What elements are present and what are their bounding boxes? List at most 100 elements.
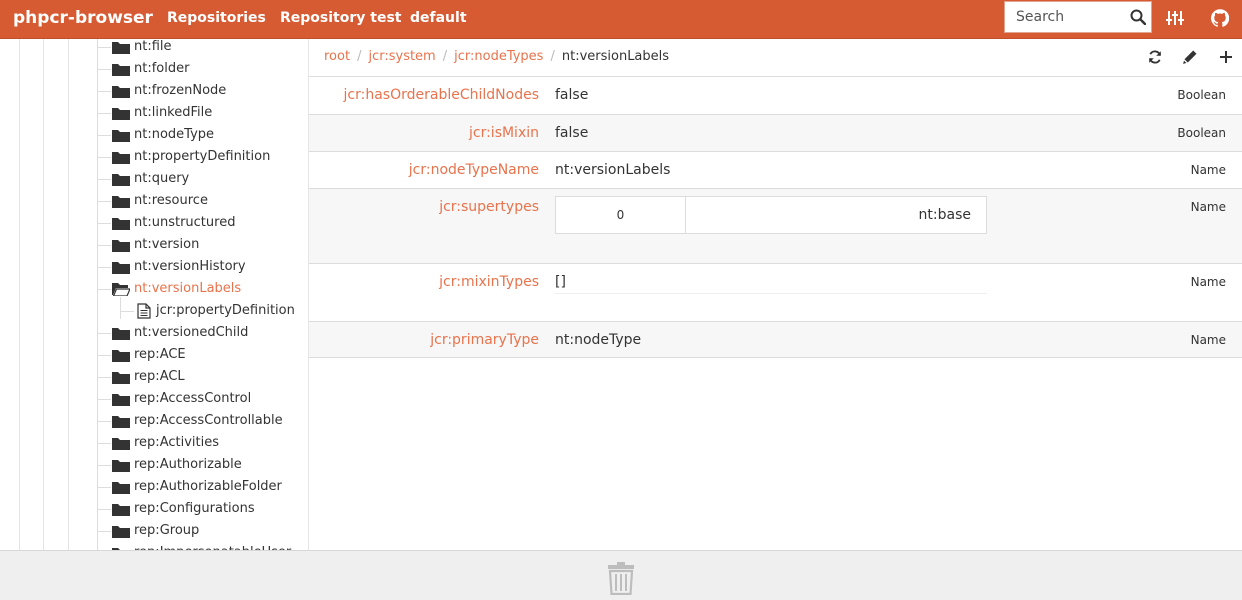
folder-icon [112, 328, 130, 340]
property-type: Name [1190, 163, 1226, 177]
nav-workspace-default[interactable]: default [410, 0, 467, 36]
folder-icon [112, 416, 130, 428]
breadcrumb: root / jcr:system / jcr:nodeTypes / nt:version… [324, 49, 670, 64]
tree-guide [97, 39, 98, 550]
property-value[interactable]: nt:nodeType [555, 322, 641, 358]
tree-guide [120, 297, 121, 319]
folder-icon [112, 394, 130, 406]
property-type: Name [1190, 333, 1226, 347]
value-underline [555, 293, 987, 294]
trash-icon[interactable] [607, 561, 635, 595]
folder-icon [112, 240, 130, 252]
tree-item-label: nt:linkedFile [134, 105, 213, 120]
tree-item-label: nt:folder [134, 61, 190, 76]
property-type: Name [1190, 200, 1226, 214]
property-name[interactable]: jcr:isMixin [469, 115, 539, 151]
tree-item-label: nt:query [134, 171, 190, 186]
nav-repository-test[interactable]: Repository test [280, 0, 401, 36]
tree-item-label: rep:ACE [134, 347, 186, 362]
property-name[interactable]: jcr:primaryType [430, 322, 539, 358]
tree-item-label: rep:Activities [134, 435, 219, 450]
folder-icon [112, 460, 130, 472]
property-name[interactable]: jcr:mixinTypes [439, 264, 539, 300]
property-type: Boolean [1177, 126, 1226, 140]
multivalue-table: 0 nt:base [555, 196, 987, 234]
tree-item-label: rep:Authorizable [134, 457, 242, 472]
folder-icon [112, 42, 130, 54]
tree-item-label: rep:Group [134, 523, 200, 538]
folder-icon [112, 372, 130, 384]
property-name[interactable]: jcr:supertypes [439, 189, 539, 225]
tree-item-label: rep:ACL [134, 369, 185, 384]
folder-icon [112, 64, 130, 76]
folder-icon [112, 504, 130, 516]
tree-item-label: nt:versionHistory [134, 259, 246, 274]
folder-icon [112, 152, 130, 164]
search-icon[interactable] [1130, 9, 1146, 25]
tree-item-label: rep:Configurations [134, 501, 255, 516]
breadcrumb-jcr-nodetypes[interactable]: jcr:nodeTypes [454, 49, 543, 64]
folder-icon [112, 218, 130, 230]
breadcrumb-current: nt:versionLabels [561, 49, 670, 64]
tree-item-label: rep:AuthorizableFolder [134, 479, 282, 494]
property-value[interactable]: nt:versionLabels [555, 152, 670, 188]
tree-item-label: nt:unstructured [134, 215, 236, 230]
property-value[interactable]: false [555, 77, 588, 113]
github-icon[interactable] [1211, 9, 1229, 27]
tree-guide [43, 39, 44, 550]
tree-guide [68, 39, 69, 550]
tree-item-label: nt:resource [134, 193, 208, 208]
sliders-icon[interactable] [1166, 9, 1184, 27]
folder-icon [112, 130, 130, 142]
property-row: jcr:isMixin false Boolean [309, 114, 1242, 151]
property-type: Name [1190, 275, 1226, 289]
property-row: jcr:primaryType nt:nodeType Name [309, 321, 1242, 358]
property-value[interactable]: false [555, 115, 588, 151]
property-name[interactable]: jcr:nodeTypeName [409, 152, 539, 188]
navbar: phpcr-browser Repositories Repository te… [0, 0, 1242, 39]
tree-item-label: rep:AccessControllable [134, 413, 283, 428]
file-icon [137, 303, 151, 319]
folder-icon [112, 482, 130, 494]
tree-item-label: nt:frozenNode [134, 83, 227, 98]
property-row: jcr:mixinTypes [] Name [309, 263, 1242, 321]
node-properties-panel: root / jcr:system / jcr:nodeTypes / nt:version… [309, 39, 1242, 550]
search-box [1004, 1, 1152, 33]
multivalue-value[interactable]: nt:base [919, 197, 971, 233]
tree-item-label: nt:version [134, 237, 200, 252]
folder-open-icon [112, 283, 130, 296]
tree-guide [19, 39, 20, 550]
folder-icon [112, 86, 130, 98]
folder-icon [112, 174, 130, 186]
folder-icon [112, 108, 130, 120]
tree-item-label: nt:propertyDefinition [134, 149, 271, 164]
tree-item-label: rep:AccessControl [134, 391, 252, 406]
tree-item-label: jcr:propertyDefinition [156, 303, 295, 318]
add-icon[interactable] [1218, 49, 1234, 65]
edit-icon[interactable] [1182, 49, 1198, 65]
node-tree: nt:file nt:folder nt:frozenNode nt:linkedFi… [0, 39, 309, 550]
tree-item-label: nt:nodeType [134, 127, 215, 142]
tree-item-label: nt:versionedChild [134, 325, 249, 340]
property-row: jcr:hasOrderableChildNodes false Boolean [309, 76, 1242, 114]
property-value[interactable]: [] [555, 264, 566, 300]
property-name[interactable]: jcr:hasOrderableChildNodes [344, 77, 539, 113]
property-row: jcr:supertypes 0 nt:base Name [309, 188, 1242, 263]
refresh-icon[interactable] [1147, 49, 1163, 65]
tree-item-label: nt:versionLabels [134, 281, 242, 296]
multivalue-index: 0 [556, 197, 686, 233]
nav-repositories[interactable]: Repositories [167, 0, 266, 36]
tree-item-label: nt:file [134, 39, 172, 54]
brand-link[interactable]: phpcr-browser [13, 0, 153, 36]
folder-icon [112, 196, 130, 208]
folder-icon [112, 262, 130, 274]
footer-trash-bar [0, 550, 1242, 600]
folder-icon [112, 350, 130, 362]
property-type: Boolean [1177, 88, 1226, 102]
property-row: jcr:nodeTypeName nt:versionLabels Name [309, 151, 1242, 188]
breadcrumb-jcr-system[interactable]: jcr:system [368, 49, 435, 64]
search-input[interactable] [1005, 2, 1123, 32]
breadcrumb-root[interactable]: root [324, 49, 350, 64]
folder-icon [112, 438, 130, 450]
tree-item-label: rep:ImpersonatableUser [134, 543, 291, 550]
